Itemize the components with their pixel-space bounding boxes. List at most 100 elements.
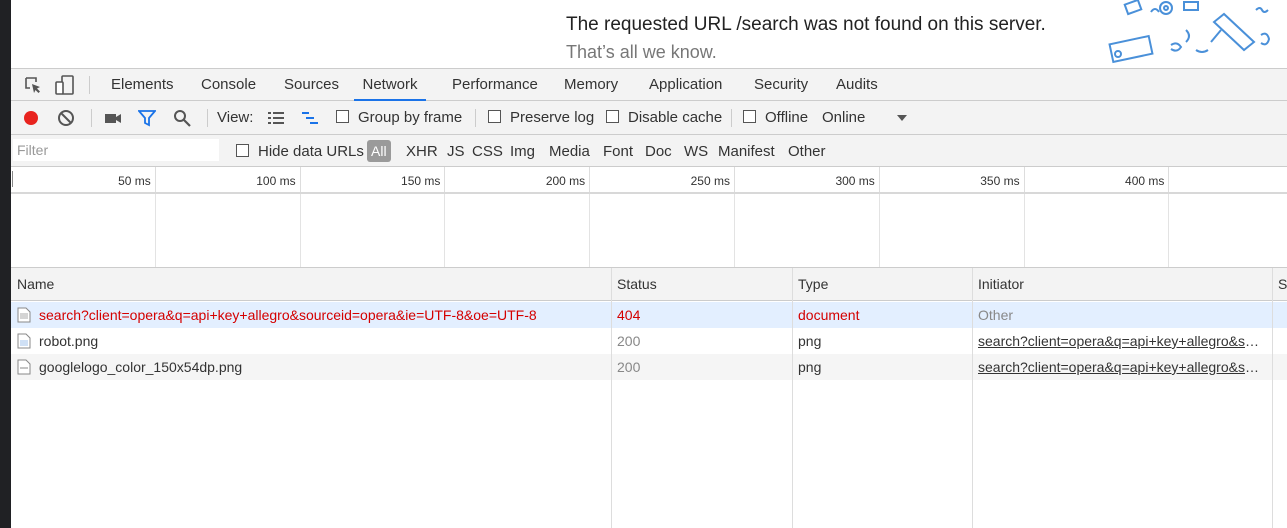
tab-memory[interactable]: Memory [564, 69, 618, 101]
group-by-frame-label: Group by frame [358, 109, 463, 126]
filter-input[interactable] [13, 139, 219, 161]
timeline-gridline [589, 193, 591, 267]
dropdown-arrow-icon[interactable] [895, 111, 909, 125]
toolbar-separator [731, 109, 732, 127]
image-file-icon [17, 359, 31, 375]
record-icon[interactable] [22, 109, 40, 127]
camera-icon[interactable] [104, 109, 122, 127]
toolbar-separator [91, 109, 92, 127]
request-status: 200 [617, 359, 641, 375]
filter-bar: Hide data URLs All XHR JSCSS Img Media Font Do… [11, 135, 1287, 167]
filter-type-ws[interactable]: WS [684, 135, 708, 166]
column-header-name[interactable]: Name [17, 268, 54, 300]
tab-console[interactable]: Console [201, 69, 256, 101]
request-type: png [798, 359, 822, 375]
disable-cache-checkbox[interactable] [606, 110, 619, 123]
timeline-gridline [878, 193, 880, 267]
column-header-type[interactable]: Type [798, 268, 828, 300]
column-divider [972, 268, 973, 528]
toolbar-separator [475, 109, 476, 127]
filter-type-media[interactable]: Media [549, 135, 590, 166]
tab-audits[interactable]: Audits [836, 69, 878, 101]
timeline-gridline [299, 193, 301, 267]
hide-data-urls-checkbox[interactable] [236, 144, 249, 157]
request-status: 200 [617, 333, 641, 349]
timeline-tick-label: 450 [1169, 167, 1287, 192]
list-view-icon[interactable] [267, 109, 285, 127]
timeline-tick-label: 400 ms [1025, 167, 1170, 192]
preserve-log-checkbox[interactable] [488, 110, 501, 123]
filter-type-doc[interactable]: Doc [645, 135, 672, 166]
request-type: png [798, 333, 822, 349]
filter-type-js[interactable]: JS [447, 135, 465, 166]
filter-icon[interactable] [138, 109, 156, 127]
waterfall-view-icon[interactable] [301, 109, 319, 127]
column-header-status[interactable]: Status [617, 268, 657, 300]
table-row[interactable]: robot.png 200 png search?client=opera&q=api… [11, 328, 1287, 354]
image-file-icon [17, 333, 31, 349]
table-row[interactable]: search?client=opera&q=api+key+allegro&so… [11, 302, 1287, 328]
group-by-frame-checkbox[interactable] [336, 110, 349, 123]
hide-data-urls-label: Hide data URLs [258, 143, 364, 160]
timeline-gridline [1168, 193, 1170, 267]
tab-security[interactable]: Security [754, 69, 808, 101]
column-divider [792, 268, 793, 528]
network-toolbar: View: Group by frame Preserve log Disabl… [11, 101, 1287, 135]
document-file-icon [17, 307, 31, 323]
requests-table-header: Name Status Type Initiator S [11, 268, 1287, 301]
tab-performance[interactable]: Performance [452, 69, 538, 101]
view-label: View: [217, 109, 254, 126]
search-icon[interactable] [173, 109, 191, 127]
clear-icon[interactable] [57, 109, 75, 127]
request-initiator[interactable]: search?client=opera&q=api+key+allegro&so… [978, 328, 1266, 354]
column-divider [611, 268, 612, 528]
tab-network[interactable]: Network [354, 69, 426, 101]
timeline-gridline [154, 193, 156, 267]
timeline-tick-label: 150 ms [301, 167, 446, 192]
inspect-icon[interactable] [23, 75, 43, 95]
filter-type-font[interactable]: Font [603, 135, 633, 166]
request-initiator[interactable]: search?client=opera&q=api+key+allegro&so… [978, 354, 1266, 380]
timeline-gridline [734, 193, 735, 267]
request-name: googlelogo_color_150x54dp.png [39, 359, 243, 375]
offline-label: Offline [765, 109, 809, 126]
offline-checkbox[interactable] [743, 110, 756, 123]
timeline-tick-label: 250 ms [590, 167, 735, 192]
tab-sources[interactable]: Sources [284, 69, 339, 101]
filter-type-css[interactable]: CSS [472, 135, 503, 166]
tab-application[interactable]: Application [649, 69, 722, 101]
left-edge [0, 0, 11, 528]
browser-page: The requested URL /search was not found … [11, 0, 1287, 68]
filter-type-all[interactable]: All [367, 140, 391, 162]
filter-type-manifest[interactable]: Manifest [718, 135, 775, 166]
filter-type-img[interactable]: Img [510, 135, 535, 166]
timeline-tick-label: 100 ms [156, 167, 301, 192]
filter-type-xhr[interactable]: XHR [406, 135, 438, 166]
request-status: 404 [617, 307, 641, 323]
column-header-initiator[interactable]: Initiator [978, 268, 1024, 300]
error-message: The requested URL /search was not found … [566, 14, 1046, 35]
timeline-tick-label: 200 ms [445, 167, 591, 192]
request-type: document [798, 307, 860, 323]
column-divider [1272, 268, 1273, 528]
toolbar-separator [207, 109, 208, 127]
devtools-panel: Elements Console Sources Network Performance… [11, 68, 1287, 528]
column-header-s[interactable]: S [1278, 268, 1287, 300]
disable-cache-label: Disable cache [628, 109, 723, 126]
request-initiator: Other [978, 307, 1014, 323]
tab-elements[interactable]: Elements [111, 69, 174, 101]
broken-robot-illustration [1108, 0, 1271, 64]
timeline-tick-label: 300 ms [735, 167, 880, 192]
timeline-tick-label: 50 ms [11, 167, 156, 192]
request-name: robot.png [39, 333, 99, 349]
table-row[interactable]: googlelogo_color_150x54dp.png 200 png searc… [11, 354, 1287, 380]
preserve-log-label: Preserve log [510, 109, 595, 126]
request-name: search?client=opera&q=api+key+allegro&so… [39, 307, 537, 323]
devtools-tabbar: Elements Console Sources Network Performance… [11, 68, 1287, 101]
tab-separator [89, 76, 90, 94]
throttling-select[interactable]: Online [822, 101, 865, 134]
device-icon[interactable] [55, 75, 75, 95]
filter-type-other[interactable]: Other [788, 135, 826, 166]
network-overview-timeline: 50 ms 100 ms 150 ms 200 ms 250 ms 300 ms 350 m… [11, 167, 1287, 268]
timeline-gridline [1023, 193, 1025, 267]
